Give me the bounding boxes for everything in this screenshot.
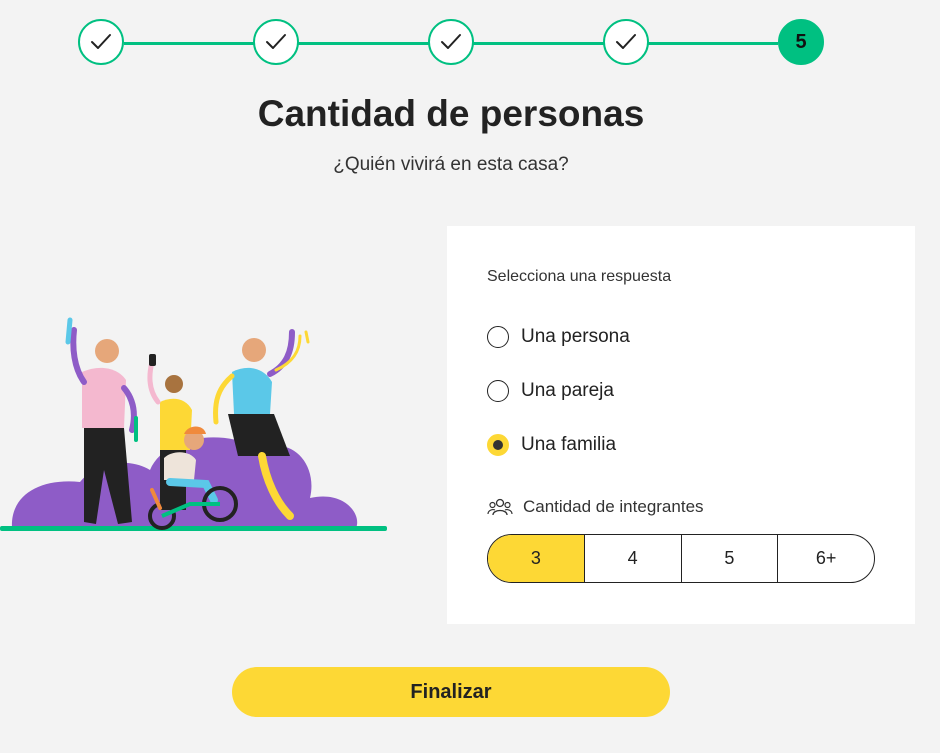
ground-line <box>0 526 387 531</box>
members-option-6plus[interactable]: 6+ <box>778 535 874 582</box>
step-1-done <box>78 19 124 65</box>
step-3-done <box>428 19 474 65</box>
check-icon <box>91 34 111 49</box>
adult2-shirt <box>232 367 272 414</box>
family-illustration <box>0 317 387 531</box>
step-5-current: 5 <box>778 19 824 65</box>
option-una-pareja[interactable]: Una pareja <box>487 380 614 402</box>
step-number: 5 <box>795 30 807 53</box>
page-title: Cantidad de personas <box>257 93 645 134</box>
step-4-done <box>603 19 649 65</box>
answer-prompt: Selecciona una respuesta <box>487 268 672 285</box>
finish-button[interactable]: Finalizar <box>232 667 670 717</box>
check-icon <box>616 34 636 49</box>
page-subtitle: ¿Quién vivirá en esta casa? <box>333 154 569 175</box>
child-head <box>165 375 183 393</box>
members-label: Cantidad de integrantes <box>523 497 704 516</box>
adult-head <box>95 339 119 363</box>
people-icon <box>487 498 513 516</box>
members-option-3[interactable]: 3 <box>488 535 585 582</box>
step-2-done <box>253 19 299 65</box>
option-label: Una pareja <box>521 380 614 401</box>
radio-button[interactable] <box>487 380 509 402</box>
members-option-4[interactable]: 4 <box>585 535 682 582</box>
radio-button-selected[interactable] <box>487 434 509 456</box>
option-una-persona[interactable]: Una persona <box>487 326 630 348</box>
question-card: Selecciona una respuesta Una persona Una… <box>447 226 915 624</box>
members-heading: Cantidad de integrantes <box>487 497 704 517</box>
option-label: Una persona <box>521 326 630 347</box>
progress-stepper: 5 <box>0 0 940 90</box>
radio-dot <box>493 440 503 450</box>
check-icon <box>441 34 461 49</box>
adult2-head <box>242 338 266 362</box>
radio-button[interactable] <box>487 326 509 348</box>
members-option-5[interactable]: 5 <box>682 535 779 582</box>
option-label: Una familia <box>521 434 617 455</box>
adult-shirt <box>82 367 126 428</box>
check-icon <box>266 34 286 49</box>
option-una-familia[interactable]: Una familia <box>487 434 616 456</box>
members-selector: 3 4 5 6+ <box>487 534 875 583</box>
